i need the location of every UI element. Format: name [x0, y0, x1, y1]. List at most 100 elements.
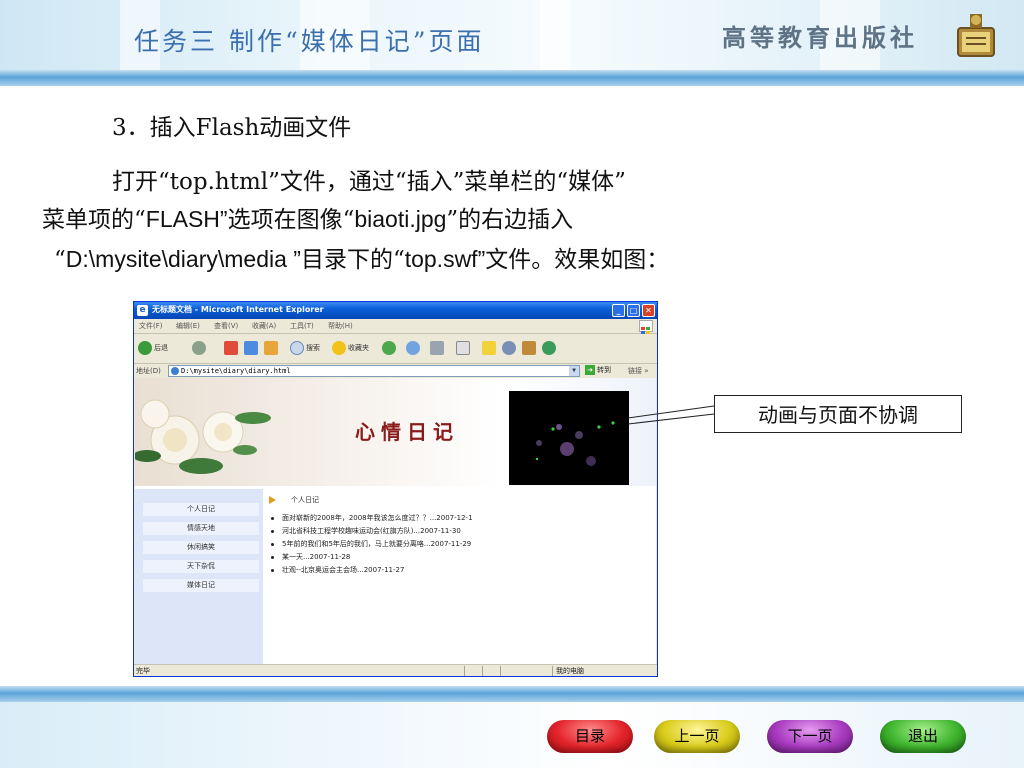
people-icon	[542, 341, 556, 355]
back-button[interactable]: 后退	[138, 338, 168, 358]
menu-file[interactable]: 文件(F)	[139, 321, 163, 331]
list-item[interactable]: 5年前的我们和5年后的我们，马上就要分离咯...2007-11-29	[271, 539, 471, 549]
bullet-icon	[271, 542, 274, 546]
flash-animation[interactable]	[509, 391, 629, 485]
section-title: 个人日记	[291, 496, 319, 504]
history-button[interactable]	[382, 338, 398, 358]
exit-button[interactable]: 退出	[880, 720, 966, 753]
page-icon	[171, 367, 179, 375]
fireflies-animation-icon	[535, 421, 615, 466]
mail-icon	[406, 341, 420, 355]
links-button[interactable]: 链接 »	[628, 366, 649, 376]
menu-view[interactable]: 查看(V)	[214, 321, 238, 331]
search-label: 搜索	[306, 344, 320, 352]
status-text: 完毕	[136, 667, 150, 675]
address-label: 地址(D)	[136, 367, 161, 375]
callout-note: 动画与页面不协调	[714, 395, 962, 433]
menu-favorites[interactable]: 收藏(A)	[252, 321, 276, 331]
list-item[interactable]: 壮观--北京奥运会主会场...2007-11-27	[271, 565, 404, 575]
prev-button[interactable]: 上一页	[654, 720, 740, 753]
address-bar: 地址(D) D:\mysite\diary\diary.html ▼ ➔ 转到 链…	[134, 364, 657, 378]
forward-button[interactable]	[192, 338, 208, 358]
back-label: 后退	[154, 344, 168, 352]
paragraph-line-2: 菜单项的“FLASH”选项在图像“biaoti.jpg”的右边插入	[42, 200, 573, 234]
peony-flower-icon	[135, 399, 271, 474]
list-item[interactable]: 面对崭新的2008年，2008年我该怎么度过？？...2007-12-1	[271, 513, 473, 523]
list-item[interactable]: 某一天...2007-11-28	[271, 552, 350, 562]
bullet-icon	[271, 568, 274, 572]
ie-icon: e	[137, 305, 148, 316]
sidebar-item-emotion[interactable]: 情感天地	[143, 522, 259, 535]
toc-button[interactable]: 目录	[547, 720, 633, 753]
entry-text: 面对崭新的2008年，2008年我该怎么度过？？...2007-12-1	[282, 514, 473, 522]
footer-divider	[0, 686, 1024, 702]
close-button[interactable]: ✕	[642, 304, 655, 317]
refresh-button[interactable]	[244, 338, 260, 358]
arrow-right-icon	[269, 496, 276, 504]
status-zone: 我的电脑	[556, 667, 584, 675]
diary-title: 心情日记	[355, 420, 459, 444]
back-icon	[138, 341, 152, 355]
home-icon	[264, 341, 278, 355]
entry-text: 河北省科技工程学校趣味运动会(红旗方队)...2007-11-30	[282, 527, 461, 535]
browser-titlebar: e 无标题文档 - Microsoft Internet Explorer _ …	[134, 302, 657, 319]
messenger-button[interactable]	[502, 338, 518, 358]
sidebar-item-personal[interactable]: 个人日记	[143, 503, 259, 516]
edit-button[interactable]	[456, 338, 472, 358]
print-button[interactable]	[430, 338, 446, 358]
star-icon	[332, 341, 346, 355]
stop-button[interactable]	[224, 338, 240, 358]
entry-text: 5年前的我们和5年后的我们，马上就要分离咯...2007-11-29	[282, 540, 472, 548]
favorites-button[interactable]: 收藏夹	[332, 338, 369, 358]
msn-button[interactable]	[542, 338, 558, 358]
go-label: 转到	[597, 366, 611, 374]
sidebar-item-media[interactable]: 媒体日记	[143, 579, 259, 592]
bullet-icon	[271, 555, 274, 559]
stop-icon	[224, 341, 238, 355]
text-segment: 菜单项的“	[42, 207, 146, 233]
discuss-button[interactable]	[482, 338, 498, 358]
bullet-icon	[271, 529, 274, 533]
mail-button[interactable]	[406, 338, 422, 358]
slide-title: 任务三 制作“媒体日记”页面	[134, 27, 485, 56]
windows-flag-icon	[639, 320, 653, 334]
search-button[interactable]: 搜索	[290, 338, 320, 358]
minimize-button[interactable]: _	[612, 304, 625, 317]
list-item[interactable]: 河北省科技工程学校趣味运动会(红旗方队)...2007-11-30	[271, 526, 461, 536]
home-button[interactable]	[264, 338, 280, 358]
diary-sidebar: 个人日记 情感天地 休闲搞笑 天下杂侃 媒体日记	[135, 489, 263, 664]
word-icon	[456, 341, 470, 355]
paragraph-line-1: 打开“top.html”文件，通过“插入”菜单栏的“媒体”	[112, 169, 626, 195]
bullet-icon	[271, 516, 274, 520]
text-segment: 文件。效果如图：	[485, 247, 670, 273]
diary-banner: 心情日记	[135, 378, 656, 486]
publisher-name: 高等教育出版社	[722, 23, 918, 52]
chevron-down-icon[interactable]: ▼	[569, 366, 579, 376]
menu-help[interactable]: 帮助(H)	[328, 321, 353, 331]
maximize-button[interactable]: □	[627, 304, 640, 317]
history-icon	[382, 341, 396, 355]
section-heading: 3．插入Flash动画文件	[112, 115, 352, 141]
text-segment: D:\mysite\diary\media ”	[65, 246, 301, 272]
menu-edit[interactable]: 编辑(E)	[176, 321, 200, 331]
go-button[interactable]: ➔ 转到	[585, 365, 611, 375]
slide-footer	[0, 702, 1024, 768]
favorites-label: 收藏夹	[348, 344, 369, 352]
status-divider	[552, 666, 553, 676]
book-icon	[522, 341, 536, 355]
status-bar: 完毕 我的电脑	[134, 664, 657, 676]
page-content: 心情日记 个人日记 情感天地 休闲搞笑 天下杂侃 媒体日记 个人日记 面对崭新的…	[135, 378, 656, 664]
menu-tools[interactable]: 工具(T)	[290, 321, 314, 331]
address-input[interactable]: D:\mysite\diary\diary.html ▼	[168, 365, 580, 377]
go-arrow-icon: ➔	[585, 365, 595, 375]
diary-main: 个人日记 面对崭新的2008年，2008年我该怎么度过？？...2007-12-…	[265, 489, 656, 664]
research-button[interactable]	[522, 338, 538, 358]
menu-bar: 文件(F) 编辑(E) 查看(V) 收藏(A) 工具(T) 帮助(H)	[134, 319, 657, 334]
sidebar-item-leisure[interactable]: 休闲搞笑	[143, 541, 259, 554]
browser-title: 无标题文档 - Microsoft Internet Explorer	[152, 305, 324, 314]
next-button[interactable]: 下一页	[767, 720, 853, 753]
search-icon	[290, 341, 304, 355]
paragraph-line-3: “D:\mysite\diary\media ”目录下的“top.swf”文件。…	[54, 240, 669, 274]
print-icon	[430, 341, 444, 355]
sidebar-item-chat[interactable]: 天下杂侃	[143, 560, 259, 573]
